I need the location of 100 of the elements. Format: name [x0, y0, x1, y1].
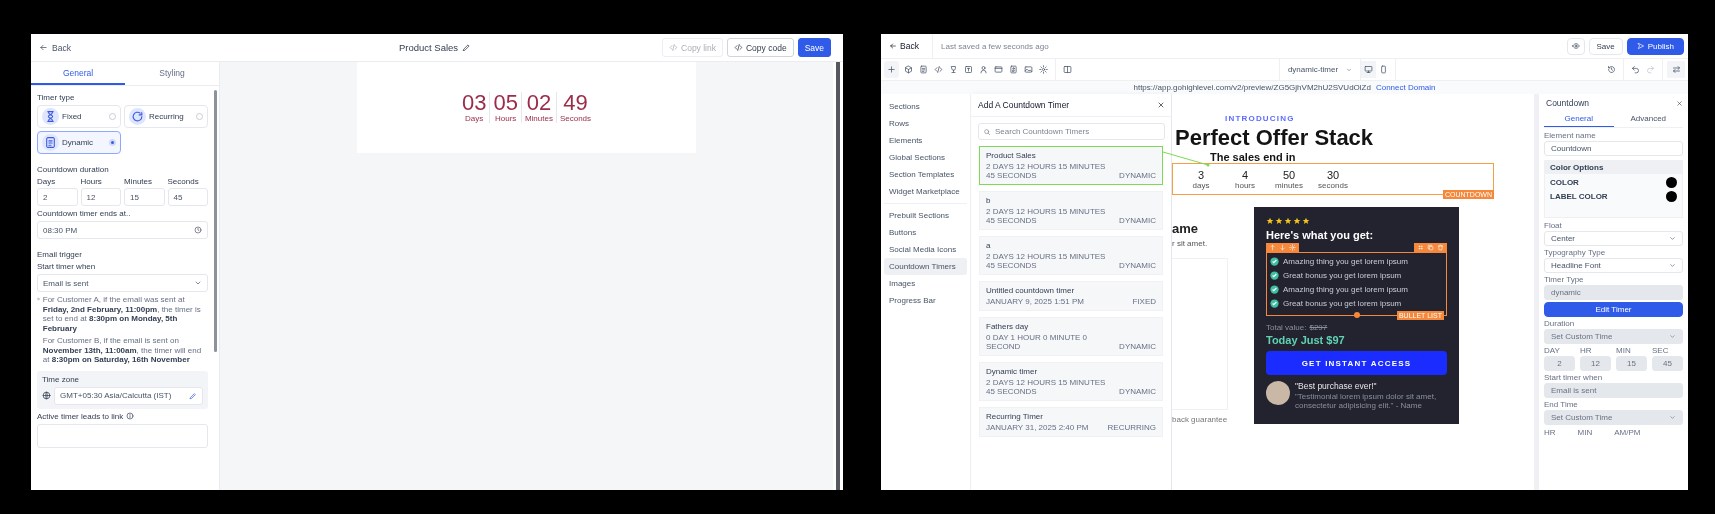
- chevron-down-icon: [194, 279, 202, 287]
- text-fragment: r sit amet.: [1172, 239, 1209, 248]
- bullet-text: Amazing thing you get lorem ipsum: [1283, 257, 1408, 266]
- nav-item[interactable]: Elements: [884, 132, 967, 149]
- field-label: HR: [1580, 346, 1593, 355]
- element-toolbar[interactable]: [1414, 243, 1447, 252]
- close-icon: [1676, 99, 1683, 107]
- countdown-label: hours: [1235, 180, 1255, 190]
- connect-domain-link[interactable]: Connect Domain: [1375, 83, 1436, 92]
- toolbar-button[interactable]: [1667, 61, 1685, 78]
- timer-type: DYNAMIC: [1119, 342, 1156, 351]
- check-circle-icon: [1270, 299, 1279, 308]
- cta-button[interactable]: GET INSTANT ACCESS: [1266, 351, 1447, 375]
- offer-heading: Here's what you get:: [1266, 229, 1375, 241]
- input-field[interactable]: 12: [80, 188, 121, 206]
- save-status: Last saved a few seconds ago: [941, 41, 1050, 51]
- timer-card[interactable]: Product Sales 2 DAYS 12 HOURS 15 MINUTES 45 SECONDS DYNAMIC: [979, 146, 1163, 185]
- back-link[interactable]: Back: [39, 42, 71, 53]
- nav-item[interactable]: Countdown Timers: [884, 258, 967, 275]
- field-label: Active timer leads to link: [37, 411, 124, 421]
- field-label: HR: [1544, 428, 1556, 437]
- radio-button[interactable]: [109, 139, 116, 146]
- input-field[interactable]: 45: [167, 188, 208, 206]
- timer-detail: 0 DAY 1 HOUR 0 MINUTE 0 SECOND: [986, 333, 1089, 351]
- action-button[interactable]: Save: [1588, 37, 1623, 55]
- timer-card[interactable]: Recurring Timer JANUARY 31, 2025 2:40 PM RECURRING: [979, 407, 1163, 437]
- select-field[interactable]: Center: [1544, 231, 1683, 246]
- url-text: https://app.gohighlevel.com/v2/preview/ZG5GjhVM2hU2SVUdOlZd: [1133, 83, 1371, 92]
- chevron-down-icon: [1669, 235, 1676, 242]
- color-swatch[interactable]: [1666, 191, 1677, 202]
- tab[interactable]: Styling: [125, 62, 219, 85]
- info-note: For Customer A, if the email was sent at Friday, 2nd February, 11:00pm, the timer is set to end at 8:30pm on Monday, 5th February: [42, 295, 202, 333]
- element-toolbar[interactable]: [1266, 243, 1299, 252]
- timer-type-option[interactable]: Fixed: [37, 105, 121, 128]
- scrollbar[interactable]: [214, 90, 217, 352]
- input-field[interactable]: Countdown: [1544, 141, 1683, 156]
- search-field[interactable]: Search Countdown Timers: [978, 123, 1165, 140]
- add-button[interactable]: [884, 61, 899, 78]
- action-button[interactable]: Save: [797, 38, 831, 57]
- scrollbar[interactable]: [836, 62, 840, 490]
- chevron-down-icon: [1346, 66, 1353, 73]
- time-zone-field[interactable]: GMT+05:30 Asia/Calcutta (IST): [54, 386, 203, 405]
- total-value-text: Total value: $297: [1266, 323, 1329, 332]
- resize-handle[interactable]: [1353, 312, 1360, 318]
- field-label: End Time: [1544, 400, 1579, 409]
- timer-card[interactable]: Dynamic timer 2 DAYS 12 HOURS 15 MINUTES 45 SECONDS DYNAMIC: [979, 362, 1163, 401]
- select-field[interactable]: Email is sent: [37, 274, 208, 292]
- field-label: Minutes: [124, 177, 153, 186]
- timer-card[interactable]: a 2 DAYS 12 HOURS 15 MINUTES 45 SECONDS DYNAMIC: [979, 236, 1163, 275]
- color-label: COLOR: [1550, 178, 1579, 187]
- countdown-number: 30: [1326, 168, 1340, 181]
- time-field[interactable]: 08:30 PM: [37, 221, 208, 239]
- section-label: Countdown duration: [37, 165, 110, 174]
- check-circle-icon: [1270, 271, 1279, 280]
- input-field[interactable]: 2: [37, 188, 78, 206]
- nav-item[interactable]: Prebuilt Sections: [884, 207, 967, 224]
- timer-card[interactable]: Fathers day 0 DAY 1 HOUR 0 MINUTE 0 SECOND DYNAMIC: [979, 317, 1163, 356]
- tab[interactable]: General: [1544, 112, 1614, 127]
- field-label: DAY: [1544, 346, 1561, 355]
- nav-item[interactable]: Rows: [884, 115, 967, 132]
- timer-card[interactable]: b 2 DAYS 12 HOURS 15 MINUTES 45 SECONDS DYNAMIC: [979, 191, 1163, 230]
- timer-type-option[interactable]: Dynamic: [37, 131, 121, 154]
- nav-item[interactable]: Sections: [884, 98, 967, 115]
- edit-timer-button[interactable]: Edit Timer: [1544, 302, 1683, 317]
- nav-item[interactable]: Social Media Icons: [884, 241, 967, 258]
- nav-item[interactable]: Progress Bar: [884, 292, 967, 309]
- nav-item[interactable]: Global Sections: [884, 149, 967, 166]
- tab[interactable]: Advanced: [1613, 112, 1683, 127]
- bullet-text: Great bonus you get lorem ipsum: [1283, 271, 1402, 280]
- back-link[interactable]: Back: [881, 34, 933, 58]
- input-field[interactable]: [37, 423, 208, 448]
- action-button[interactable]: Copy code: [727, 38, 794, 57]
- device-button[interactable]: [1361, 61, 1377, 78]
- tab[interactable]: General: [31, 62, 125, 85]
- color-swatch[interactable]: [1666, 177, 1677, 188]
- swap-icon: [1671, 65, 1681, 74]
- input-field[interactable]: 15: [124, 188, 165, 206]
- arrow-down-icon: [1279, 244, 1286, 251]
- nav-item[interactable]: Images: [884, 275, 967, 292]
- field-label: Start timer when: [1544, 373, 1604, 382]
- nav-item[interactable]: Section Templates: [884, 166, 967, 183]
- timer-type-option[interactable]: Recurring: [124, 105, 208, 128]
- subheadline: The sales end in: [1210, 151, 1297, 163]
- timer-card[interactable]: Untitled countdown timer JANUARY 9, 2025 1:51 PM FIXED: [979, 281, 1163, 311]
- preview-button[interactable]: [1566, 37, 1585, 55]
- panel-title: Add A Countdown Timer: [978, 100, 1070, 110]
- timer-name: Untitled countdown timer: [986, 286, 1076, 295]
- pencil-icon: [462, 43, 472, 52]
- nav-item[interactable]: Widget Marketplace: [884, 183, 967, 200]
- timer-type: DYNAMIC: [1119, 171, 1156, 180]
- timer-name: Recurring Timer: [986, 412, 1044, 421]
- redo-icon: [1646, 65, 1655, 74]
- document-icon: [919, 65, 928, 74]
- countdown-label: Minutes: [524, 114, 553, 123]
- headline: Perfect Offer Stack: [1175, 126, 1375, 150]
- testimonial-title: "Best purchase ever!": [1295, 381, 1378, 391]
- nav-item[interactable]: Buttons: [884, 224, 967, 241]
- select-field[interactable]: Headline Font: [1544, 258, 1683, 273]
- action-button[interactable]: Publish: [1626, 37, 1684, 55]
- countdown-number: 49: [563, 92, 588, 114]
